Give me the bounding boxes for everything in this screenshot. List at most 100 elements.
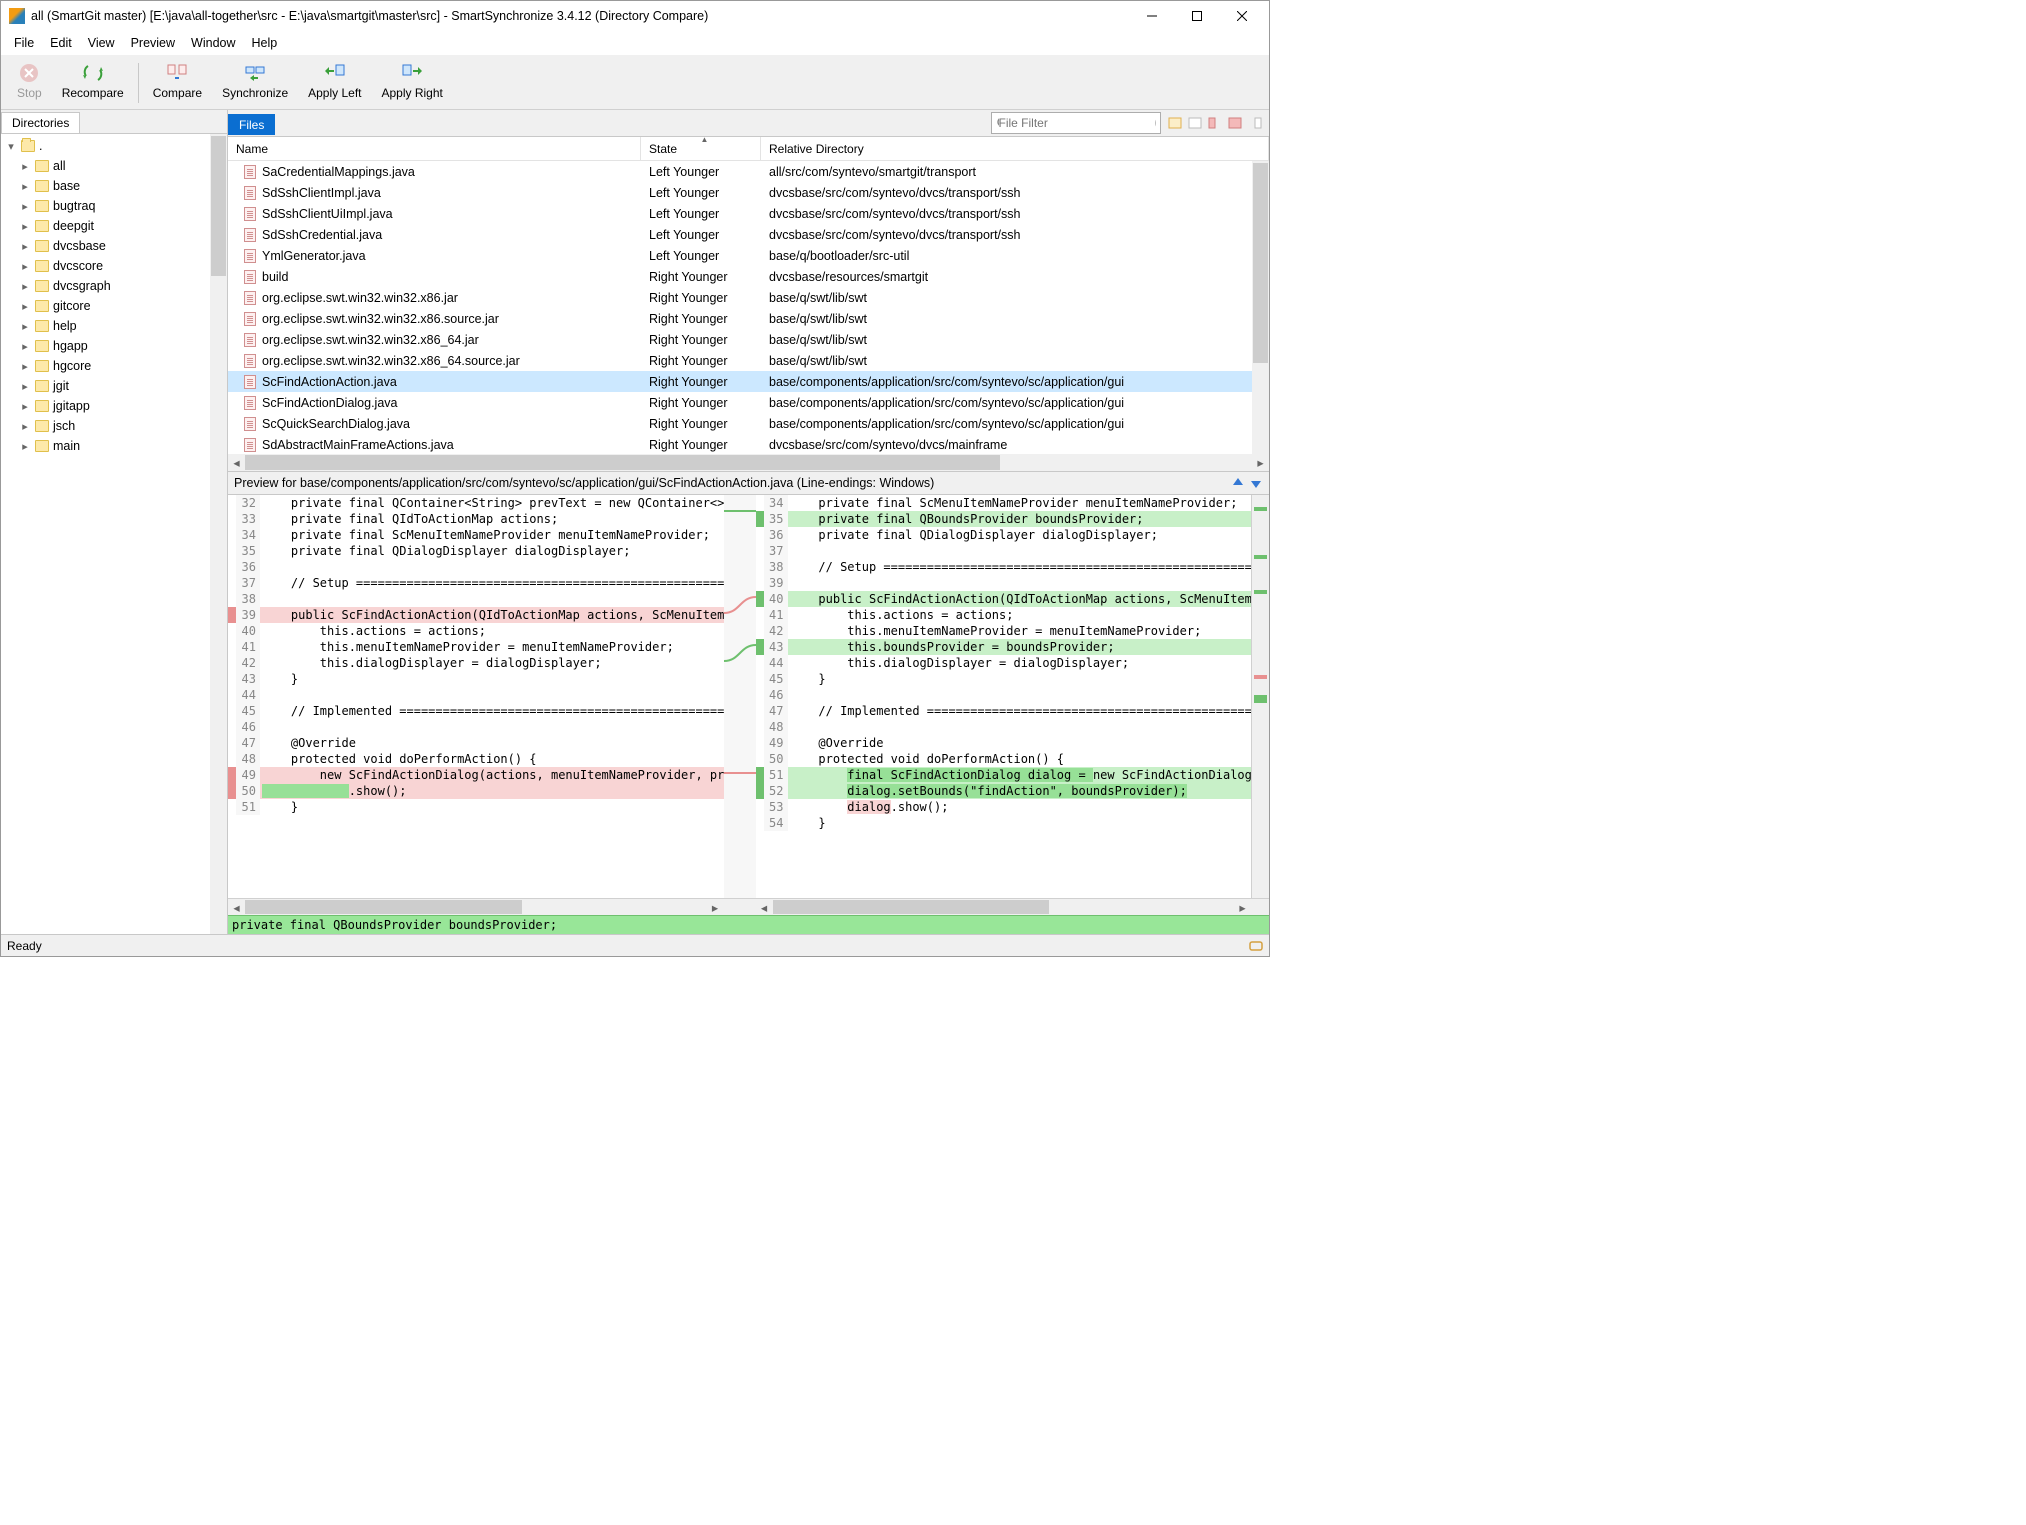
diff-line[interactable]: 40 public ScFindActionAction(QIdToAction… (756, 591, 1252, 607)
col-state[interactable]: State (641, 137, 761, 160)
diff-line[interactable]: 49 @Override (756, 735, 1252, 751)
diff-right-side[interactable]: 34 private final ScMenuItemNameProvider … (756, 495, 1252, 898)
file-filter-input[interactable] (999, 116, 1154, 130)
diff-line[interactable]: 46 (756, 687, 1252, 703)
diff-line[interactable]: 36 private final QDialogDisplayer dialog… (756, 527, 1252, 543)
file-row[interactable]: SdSshClientImpl.javaLeft Youngerdvcsbase… (228, 182, 1269, 203)
menu-preview[interactable]: Preview (124, 33, 182, 53)
col-reldir[interactable]: Relative Directory (761, 137, 1269, 160)
next-diff-icon[interactable] (1249, 476, 1263, 490)
tree-item-bugtraq[interactable]: ▸bugtraq (1, 196, 227, 216)
diff-line[interactable]: 48 protected void doPerformAction() { (228, 751, 724, 767)
diff-right-hscroll[interactable]: ◂▸ (756, 899, 1252, 915)
diff-line[interactable]: 50 .show(); (228, 783, 724, 799)
diff-line[interactable]: 45 } (756, 671, 1252, 687)
filter-state-5-icon[interactable] (1245, 113, 1265, 133)
tree-item-jsch[interactable]: ▸jsch (1, 416, 227, 436)
file-row[interactable]: ScQuickSearchDialog.javaRight Youngerbas… (228, 413, 1269, 434)
diff-left-hscroll[interactable]: ◂▸ (228, 899, 724, 915)
tab-files[interactable]: Files (228, 114, 275, 135)
file-row[interactable]: org.eclipse.swt.win32.win32.x86.jarRight… (228, 287, 1269, 308)
file-row[interactable]: SaCredentialMappings.javaLeft Youngerall… (228, 161, 1269, 182)
diff-line[interactable]: 45 // Implemented ======================… (228, 703, 724, 719)
diff-line[interactable]: 46 (228, 719, 724, 735)
maximize-button[interactable] (1174, 2, 1219, 30)
apply-left-button[interactable]: Apply Left (298, 59, 371, 103)
diff-line[interactable]: 43 this.boundsProvider = boundsProvider; (756, 639, 1252, 655)
diff-vertical-scrollbar[interactable] (1252, 495, 1269, 898)
directory-tree[interactable]: ▾. ▸all▸base▸bugtraq▸deepgit▸dvcsbase▸dv… (1, 133, 227, 934)
hscroll-right-arrow[interactable]: ▸ (1252, 454, 1269, 471)
tree-item-help[interactable]: ▸help (1, 316, 227, 336)
file-row[interactable]: org.eclipse.swt.win32.win32.x86.source.j… (228, 308, 1269, 329)
diff-line[interactable]: 48 (756, 719, 1252, 735)
prev-diff-icon[interactable] (1231, 476, 1245, 490)
diff-line[interactable]: 41 this.menuItemNameProvider = menuItemN… (228, 639, 724, 655)
file-row[interactable]: ScFindActionDialog.javaRight Youngerbase… (228, 392, 1269, 413)
tree-item-all[interactable]: ▸all (1, 156, 227, 176)
file-row[interactable]: SdSshCredential.javaLeft Youngerdvcsbase… (228, 224, 1269, 245)
diff-line[interactable]: 37 // Setup ============================… (228, 575, 724, 591)
close-button[interactable] (1219, 2, 1264, 30)
recompare-button[interactable]: Recompare (52, 59, 134, 103)
diff-line[interactable]: 32 private final QContainer<String> prev… (228, 495, 724, 511)
menu-help[interactable]: Help (245, 33, 285, 53)
file-row[interactable]: SdAbstractMainFrameActions.javaRight You… (228, 434, 1269, 454)
diff-line[interactable]: 41 this.actions = actions; (756, 607, 1252, 623)
menu-file[interactable]: File (7, 33, 41, 53)
diff-line[interactable]: 38 (228, 591, 724, 607)
diff-line[interactable]: 53 dialog.show(); (756, 799, 1252, 815)
tree-item-hgapp[interactable]: ▸hgapp (1, 336, 227, 356)
diff-overview[interactable] (1251, 495, 1269, 898)
file-row[interactable]: SdSshClientUiImpl.javaLeft Youngerdvcsba… (228, 203, 1269, 224)
clear-filter-icon[interactable] (1154, 116, 1157, 130)
diff-line[interactable]: 49 new ScFindActionDialog(actions, menuI… (228, 767, 724, 783)
diff-line[interactable]: 35 private final QBoundsProvider boundsP… (756, 511, 1252, 527)
diff-line[interactable]: 47 // Implemented ======================… (756, 703, 1252, 719)
status-notification-icon[interactable] (1249, 939, 1263, 953)
diff-line[interactable]: 42 this.dialogDisplayer = dialogDisplaye… (228, 655, 724, 671)
file-filter-box[interactable] (991, 112, 1161, 134)
diff-line[interactable]: 39 public ScFindActionAction(QIdToAction… (228, 607, 724, 623)
file-row[interactable]: ScFindActionAction.javaRight Youngerbase… (228, 371, 1269, 392)
tree-item-main[interactable]: ▸main (1, 436, 227, 456)
file-row[interactable]: org.eclipse.swt.win32.win32.x86_64.jarRi… (228, 329, 1269, 350)
file-row[interactable]: org.eclipse.swt.win32.win32.x86_64.sourc… (228, 350, 1269, 371)
diff-line[interactable]: 54 } (756, 815, 1252, 831)
diff-line[interactable]: 42 this.menuItemNameProvider = menuItemN… (756, 623, 1252, 639)
apply-right-button[interactable]: Apply Right (372, 59, 453, 103)
diff-line[interactable]: 40 this.actions = actions; (228, 623, 724, 639)
tree-root[interactable]: ▾. (1, 136, 227, 156)
diff-line[interactable]: 39 (756, 575, 1252, 591)
diff-line[interactable]: 35 private final QDialogDisplayer dialog… (228, 543, 724, 559)
diff-line[interactable]: 36 (228, 559, 724, 575)
diff-line[interactable]: 44 (228, 687, 724, 703)
diff-line[interactable]: 52 dialog.setBounds("findAction", bounds… (756, 783, 1252, 799)
tree-item-gitcore[interactable]: ▸gitcore (1, 296, 227, 316)
hscroll-left-arrow[interactable]: ◂ (228, 454, 245, 471)
filter-state-2-icon[interactable] (1185, 113, 1205, 133)
filter-state-3-icon[interactable] (1205, 113, 1225, 133)
tree-vertical-scrollbar[interactable] (210, 134, 227, 934)
files-vertical-scrollbar[interactable] (1252, 161, 1269, 454)
diff-line[interactable]: 37 (756, 543, 1252, 559)
menu-edit[interactable]: Edit (43, 33, 79, 53)
tree-item-dvcsbase[interactable]: ▸dvcsbase (1, 236, 227, 256)
tree-item-dvcsgraph[interactable]: ▸dvcsgraph (1, 276, 227, 296)
col-name[interactable]: Name (228, 137, 641, 160)
tree-item-deepgit[interactable]: ▸deepgit (1, 216, 227, 236)
tree-item-hgcore[interactable]: ▸hgcore (1, 356, 227, 376)
tab-directories[interactable]: Directories (1, 112, 80, 133)
filter-state-1-icon[interactable] (1165, 113, 1185, 133)
diff-line[interactable]: 47 @Override (228, 735, 724, 751)
synchronize-button[interactable]: Synchronize (212, 59, 298, 103)
tree-item-jgit[interactable]: ▸jgit (1, 376, 227, 396)
tree-item-dvcscore[interactable]: ▸dvcscore (1, 256, 227, 276)
menu-window[interactable]: Window (184, 33, 242, 53)
diff-line[interactable]: 38 // Setup ============================… (756, 559, 1252, 575)
diff-line[interactable]: 44 this.dialogDisplayer = dialogDisplaye… (756, 655, 1252, 671)
diff-left-side[interactable]: 32 private final QContainer<String> prev… (228, 495, 724, 898)
diff-line[interactable]: 51 } (228, 799, 724, 815)
tree-item-jgitapp[interactable]: ▸jgitapp (1, 396, 227, 416)
files-table-body[interactable]: SaCredentialMappings.javaLeft Youngerall… (228, 161, 1269, 454)
